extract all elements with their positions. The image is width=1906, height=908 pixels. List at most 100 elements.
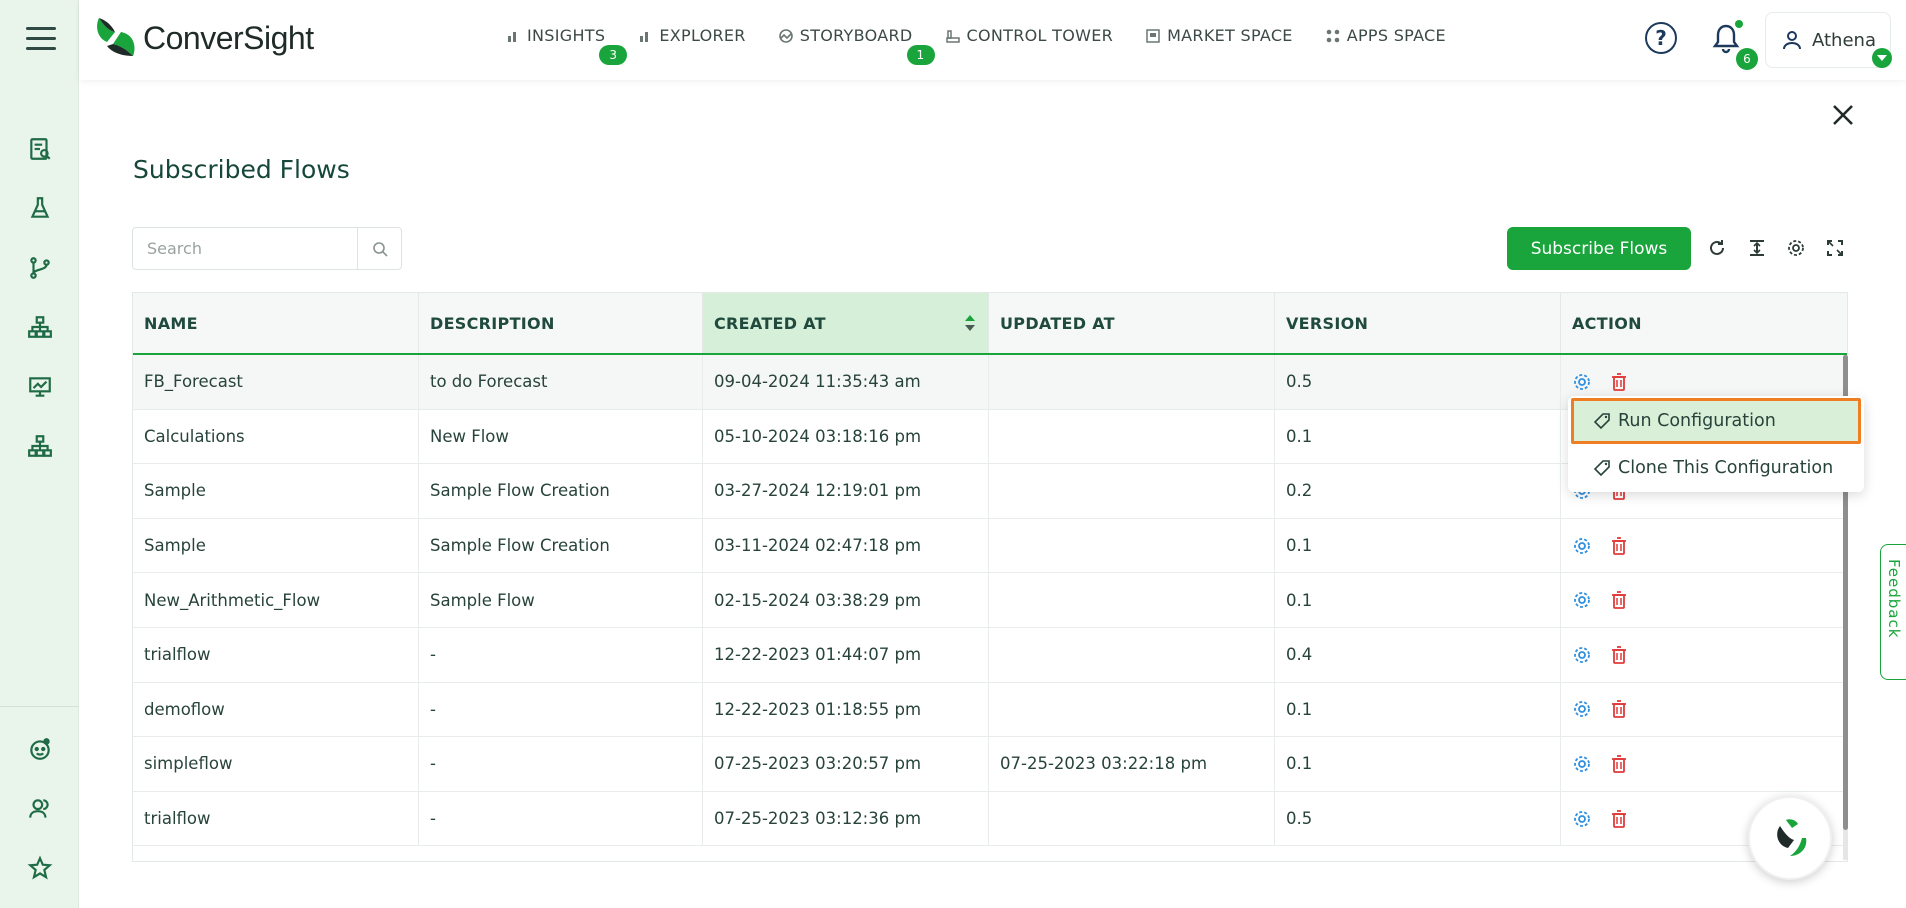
cell-created-at: 02-15-2024 03:38:29 pm	[703, 573, 989, 627]
cell-actions	[1561, 573, 1847, 627]
cell-description: -	[419, 682, 703, 737]
cell-description: to do Forecast	[419, 355, 703, 409]
column-header-description[interactable]: DESCRIPTION	[419, 293, 703, 353]
cell-description: Sample Flow Creation	[419, 464, 703, 518]
storyboard-icon	[778, 28, 793, 43]
settings-gear-icon[interactable]	[1783, 235, 1809, 261]
cell-created-at: 03-27-2024 12:19:01 pm	[703, 464, 989, 518]
cell-version: 0.1	[1275, 682, 1561, 737]
refresh-icon[interactable]	[1704, 235, 1730, 261]
cell-version: 0.2	[1275, 464, 1561, 518]
cell-name: demoflow	[133, 682, 419, 737]
search-box	[132, 227, 402, 270]
cell-description: -	[419, 791, 703, 846]
action-context-menu: Run Configuration Clone This Configurati…	[1568, 396, 1864, 492]
table-row[interactable]: trialflow -07-25-2023 03:12:36 pm 0.5	[133, 791, 1847, 847]
delete-icon[interactable]	[1610, 590, 1628, 610]
cell-name: FB_Forecast	[133, 355, 419, 409]
sidebar-divider	[0, 706, 79, 707]
branch-icon[interactable]	[24, 252, 56, 284]
search-input[interactable]	[133, 228, 358, 269]
search-icon	[372, 241, 388, 257]
subscribe-flows-button[interactable]: Subscribe Flows	[1507, 227, 1691, 270]
search-button[interactable]	[357, 228, 401, 269]
run-configuration-label: Run Configuration	[1618, 411, 1776, 431]
bar-chart-icon	[508, 31, 516, 42]
user-name: Athena	[1812, 29, 1876, 51]
settings-gear-icon[interactable]	[1572, 754, 1592, 774]
storyboard-badge: 1	[906, 45, 935, 65]
star-icon[interactable]	[24, 852, 56, 884]
column-header-created-at[interactable]: CREATED AT	[703, 293, 989, 353]
table-row[interactable]: Sample Sample Flow Creation 03-11-2024 02:…	[133, 518, 1847, 574]
app-logo[interactable]: ConverSight	[93, 16, 314, 60]
hierarchy-icon[interactable]	[24, 311, 56, 343]
settings-gear-icon[interactable]	[1572, 699, 1592, 719]
cell-name: Sample	[133, 518, 419, 573]
nav-control-tower[interactable]: CONTROL TOWER	[945, 26, 1114, 45]
nav-apps-space-label: APPS SPACE	[1346, 26, 1446, 45]
tag-icon	[1594, 460, 1610, 477]
cell-created-at: 07-25-2023 03:12:36 pm	[703, 791, 989, 846]
delete-icon[interactable]	[1610, 536, 1628, 556]
delete-icon[interactable]	[1610, 645, 1628, 665]
network-icon[interactable]	[24, 430, 56, 462]
menu-icon[interactable]	[26, 27, 56, 53]
column-header-updated-at[interactable]: UPDATED AT	[989, 293, 1275, 353]
settings-gear-icon[interactable]	[1572, 645, 1592, 665]
cell-updated-at	[989, 573, 1275, 627]
cell-name: New_Arithmetic_Flow	[133, 573, 419, 627]
cell-description: Sample Flow Creation	[419, 518, 703, 573]
close-icon[interactable]	[1828, 100, 1858, 130]
cell-created-at: 07-25-2023 03:20:57 pm	[703, 737, 989, 791]
notification-count-badge: 6	[1736, 48, 1758, 70]
cell-description: New Flow	[419, 409, 703, 464]
clone-configuration-menu-item[interactable]: Clone This Configuration	[1568, 446, 1864, 490]
delete-icon[interactable]	[1610, 754, 1628, 774]
flask-icon[interactable]	[24, 192, 56, 224]
users-icon[interactable]	[24, 793, 56, 825]
table-row[interactable]: simpleflow -07-25-2023 03:20:57 pm 07-25-2…	[133, 737, 1847, 792]
column-header-version[interactable]: VERSION	[1275, 293, 1561, 353]
nav-explorer[interactable]: EXPLORER	[637, 26, 745, 45]
settings-gear-icon[interactable]	[1572, 590, 1592, 610]
main-nav: INSIGHTS 3 EXPLORER STORYBOARD 1 CONTROL…	[505, 26, 1478, 65]
delete-icon[interactable]	[1610, 809, 1628, 829]
table-row[interactable]: New_Arithmetic_Flow Sample Flow 02-15-2024…	[133, 573, 1847, 628]
report-icon[interactable]	[24, 133, 56, 165]
settings-gear-icon[interactable]	[1572, 536, 1592, 556]
sort-icon[interactable]	[964, 313, 976, 333]
presentation-icon[interactable]	[24, 371, 56, 403]
logo-mark-icon	[93, 16, 139, 60]
assistant-icon[interactable]	[24, 733, 56, 765]
flows-table: NAME DESCRIPTION CREATED AT UPDATED AT V…	[132, 292, 1848, 862]
density-icon[interactable]	[1744, 235, 1770, 261]
settings-gear-icon[interactable]	[1572, 809, 1592, 829]
fullscreen-icon[interactable]	[1822, 235, 1848, 261]
nav-storyboard[interactable]: STORYBOARD 1	[778, 26, 935, 65]
cell-created-at: 03-11-2024 02:47:18 pm	[703, 518, 989, 573]
cell-name: Sample	[133, 464, 419, 518]
logo-text: ConverSight	[143, 19, 314, 56]
settings-gear-icon[interactable]	[1572, 372, 1592, 392]
cell-updated-at: 07-25-2023 03:22:18 pm	[989, 737, 1275, 791]
cell-actions	[1561, 519, 1847, 573]
chatbot-button[interactable]	[1748, 796, 1832, 880]
nav-market-space[interactable]: MARKET SPACE	[1145, 26, 1293, 45]
delete-icon[interactable]	[1610, 372, 1628, 392]
bar-chart-icon	[640, 31, 649, 42]
chevron-down-icon[interactable]	[1872, 48, 1892, 68]
nav-insights[interactable]: INSIGHTS 3	[505, 26, 628, 65]
nav-apps-space[interactable]: APPS SPACE	[1325, 26, 1446, 45]
column-header-created-at-label: CREATED AT	[714, 313, 826, 333]
feedback-tab[interactable]: Feedback	[1880, 544, 1906, 680]
column-header-name[interactable]: NAME	[133, 293, 419, 353]
help-icon[interactable]: ?	[1645, 22, 1677, 54]
table-row[interactable]: trialflow -12-22-2023 01:44:07 pm 0.4	[133, 627, 1847, 683]
run-configuration-menu-item[interactable]: Run Configuration	[1571, 398, 1861, 444]
cell-created-at: 09-04-2024 11:35:43 am	[703, 355, 989, 409]
delete-icon[interactable]	[1610, 699, 1628, 719]
cell-name: trialflow	[133, 791, 419, 846]
table-row[interactable]: demoflow -12-22-2023 01:18:55 pm 0.1	[133, 682, 1847, 738]
sidebar	[0, 0, 79, 908]
